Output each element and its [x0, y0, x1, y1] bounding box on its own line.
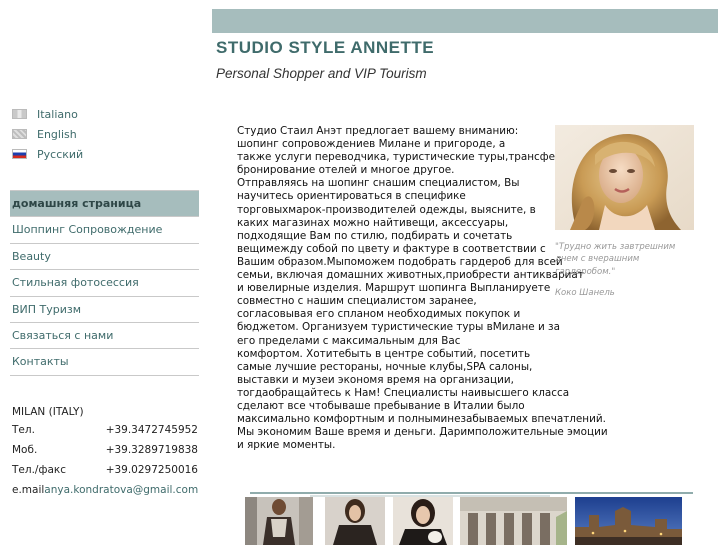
- gallery-photo[interactable]: [575, 497, 682, 545]
- contact-phone: Тел. +39.3472745952: [12, 420, 198, 440]
- nav-item-contacts[interactable]: Контакты: [10, 349, 199, 376]
- photo-gallery-strip: [245, 497, 693, 545]
- sidebar-nav: домашняя страница Шоппинг Сопровождение …: [10, 190, 199, 376]
- site-subtitle: Personal Shopper and VIP Tourism: [216, 66, 427, 81]
- city-text: MILAN (ITALY): [12, 406, 84, 418]
- phone-value: +39.3472745952: [105, 424, 198, 436]
- gallery-photo[interactable]: [460, 497, 567, 545]
- language-english[interactable]: English: [12, 124, 83, 144]
- portrait-image: [555, 125, 694, 230]
- email-link[interactable]: anya.kondratova@gmail.com: [44, 484, 198, 496]
- gallery-photo[interactable]: [393, 497, 453, 545]
- nav-item-beauty[interactable]: Beauty: [10, 244, 199, 271]
- email-label: e.mail: [12, 484, 45, 496]
- mobile-label: Моб.: [12, 444, 38, 456]
- quote-author: Коко Шанель: [555, 288, 615, 298]
- phone-label: Тел.: [12, 424, 35, 436]
- contact-city: MILAN (ITALY): [12, 404, 198, 420]
- contact-info: MILAN (ITALY) Тел. +39.3472745952 Моб. +…: [12, 404, 198, 500]
- nav-item-photosession[interactable]: Стильная фотосессия: [10, 270, 199, 297]
- language-label: Italiano: [37, 107, 78, 121]
- language-label: Русский: [37, 147, 84, 161]
- fax-value: +39.0297250016: [105, 464, 198, 476]
- language-italian[interactable]: Italiano: [12, 104, 83, 124]
- language-label: English: [37, 127, 77, 141]
- english-flag-icon: [12, 129, 27, 139]
- gallery-photo[interactable]: [325, 497, 385, 545]
- site-title: STUDIO STYLE ANNETTE: [216, 38, 435, 57]
- contact-email: e.mail anya.kondratova@gmail.com: [12, 480, 198, 500]
- nav-item-shopping[interactable]: Шоппинг Сопровождение: [10, 217, 199, 244]
- nav-item-contact-us[interactable]: Связаться с нами: [10, 323, 199, 350]
- mobile-value: +39.3289719838: [105, 444, 198, 456]
- gallery-photo[interactable]: [245, 497, 313, 545]
- language-russian[interactable]: Русский: [12, 144, 83, 164]
- header-bar: [212, 9, 718, 33]
- language-selector: Italiano English Русский: [12, 104, 83, 164]
- contact-mobile: Моб. +39.3289719838: [12, 440, 198, 460]
- nav-item-vip-tourism[interactable]: ВИП Туризм: [10, 297, 199, 323]
- main-body-text: Студио Стаил Анэт предлогает вашему вним…: [237, 125, 608, 452]
- russian-flag-icon: [12, 149, 27, 159]
- quote-text: "Трудно жить завтрешним днем с вчерашним…: [555, 242, 676, 277]
- fax-label: Тел./факс: [12, 464, 66, 476]
- italian-flag-icon: [12, 109, 27, 119]
- contact-fax: Тел./факс +39.0297250016: [12, 460, 198, 480]
- nav-item-home[interactable]: домашняя страница: [10, 191, 199, 218]
